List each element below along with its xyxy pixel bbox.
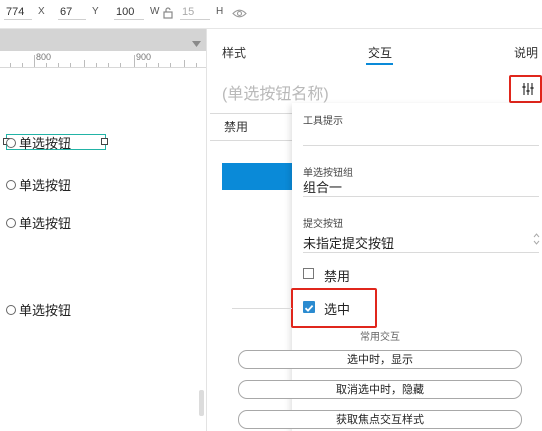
color-swatch[interactable] [222, 163, 292, 190]
divider [232, 308, 292, 309]
y-label: Y [92, 6, 99, 17]
toolbar: 774 X 67 Y 100 W 15 H [0, 0, 542, 29]
panel-divider [206, 29, 207, 431]
widget-name-input[interactable]: (单选按钮名称) [222, 80, 329, 104]
tab-style[interactable]: 样式 [222, 44, 246, 61]
active-tab-underline [366, 63, 393, 65]
checkmark-icon [304, 304, 314, 312]
radio-label: 单选按钮 [19, 216, 72, 231]
horizontal-ruler: 800 900 [0, 51, 206, 68]
disabled-checkbox[interactable] [303, 268, 314, 279]
radio-label: 单选按钮 [19, 178, 72, 193]
radio-button-selected[interactable]: 单选按钮 [6, 133, 71, 152]
lock-icon[interactable] [163, 6, 173, 24]
x-input[interactable]: 774 [4, 4, 32, 20]
h-label: H [216, 6, 224, 17]
w-label: W [150, 6, 160, 17]
group-input-line [303, 196, 539, 197]
interactions-title: 常用交互 [360, 332, 400, 343]
resize-handle[interactable] [101, 138, 108, 145]
x-label: X [38, 6, 45, 17]
eye-icon[interactable] [232, 6, 247, 24]
submit-label: 提交按钮 [303, 219, 343, 230]
h-input[interactable]: 15 [180, 4, 210, 20]
radio-circle-icon [6, 304, 16, 315]
radio-label: 单选按钮 [19, 136, 72, 151]
submit-input-line [303, 252, 539, 253]
checked-checkbox-label: 选中 [324, 302, 351, 317]
group-value[interactable]: 组合一 [303, 177, 342, 196]
divider [210, 140, 292, 141]
tab-interaction[interactable]: 交互 [368, 44, 392, 61]
radio-button[interactable]: 单选按钮 [6, 175, 71, 194]
disabled-tab-label[interactable]: 禁用 [224, 118, 248, 135]
interaction-button-hide[interactable]: 取消选中时，隐藏 [238, 380, 522, 399]
interaction-button-focus-style[interactable]: 获取焦点交互样式 [238, 410, 522, 429]
radio-button[interactable]: 单选按钮 [6, 213, 71, 232]
radio-circle-icon [6, 217, 16, 228]
settings-sliders-icon[interactable] [521, 82, 535, 101]
disabled-checkbox-label: 禁用 [324, 269, 351, 284]
tab-notes[interactable]: 说明 [514, 44, 538, 61]
canvas-header-bar [0, 29, 206, 51]
y-input[interactable]: 67 [58, 4, 86, 20]
checked-checkbox[interactable] [303, 301, 315, 313]
radio-circle-icon [6, 137, 16, 148]
tooltip-input[interactable] [303, 145, 539, 146]
interaction-button-show[interactable]: 选中时，显示 [238, 350, 522, 369]
radio-label: 单选按钮 [19, 303, 72, 318]
ruler-tick-label: 900 [136, 52, 152, 62]
divider [210, 113, 292, 114]
ruler-tick-label: 800 [36, 52, 52, 62]
radio-button[interactable]: 单选按钮 [6, 300, 71, 319]
scrollbar[interactable] [199, 390, 204, 416]
submit-select[interactable]: 未指定提交按钮 [303, 233, 394, 252]
radio-circle-icon [6, 179, 16, 190]
w-input[interactable]: 100 [114, 4, 144, 20]
tooltip-label: 工具提示 [303, 116, 343, 127]
chevron-updown-icon[interactable] [533, 232, 540, 251]
